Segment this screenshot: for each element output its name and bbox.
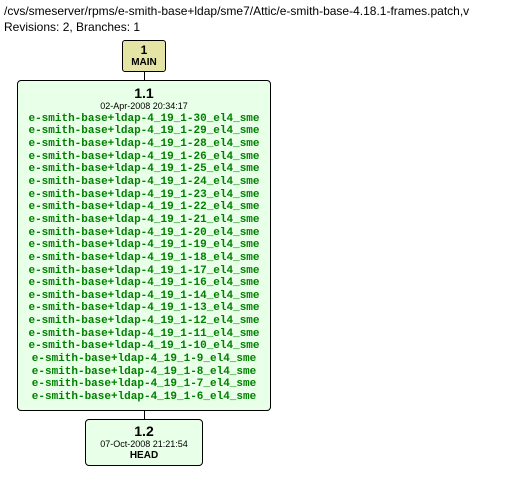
tag-item: e-smith-base+ldap-4_19_1-11_el4_sme [28, 328, 259, 341]
tag-list: e-smith-base+ldap-4_19_1-30_el4_smee-smi… [28, 113, 259, 404]
tag-item: e-smith-base+ldap-4_19_1-26_el4_sme [28, 151, 259, 164]
tag-item: e-smith-base+ldap-4_19_1-23_el4_sme [28, 189, 259, 202]
tag-item: e-smith-base+ldap-4_19_1-16_el4_sme [28, 277, 259, 290]
tag-item: e-smith-base+ldap-4_19_1-6_el4_sme [28, 391, 259, 404]
revision-stats: Revisions: 2, Branches: 1 [4, 20, 514, 34]
tag-item: e-smith-base+ldap-4_19_1-17_el4_sme [28, 265, 259, 278]
revision-node-1[interactable]: 1.1 02-Apr-2008 20:34:17 e-smith-base+ld… [17, 80, 270, 410]
tag-item: e-smith-base+ldap-4_19_1-20_el4_sme [28, 227, 259, 240]
tag-item: e-smith-base+ldap-4_19_1-14_el4_sme [28, 290, 259, 303]
tag-item: e-smith-base+ldap-4_19_1-18_el4_sme [28, 252, 259, 265]
revision-number: 1.1 [28, 85, 259, 101]
connector-line [144, 411, 145, 419]
revision-node-2[interactable]: 1.2 07-Oct-2008 21:21:54 HEAD [85, 419, 203, 466]
branch-node[interactable]: 1 MAIN [122, 40, 166, 72]
tag-item: e-smith-base+ldap-4_19_1-19_el4_sme [28, 239, 259, 252]
tag-item: e-smith-base+ldap-4_19_1-7_el4_sme [28, 378, 259, 391]
revision-number: 1.2 [100, 423, 188, 439]
revision-graph: 1 MAIN 1.1 02-Apr-2008 20:34:17 e-smith-… [4, 40, 284, 466]
head-label: HEAD [100, 450, 188, 462]
tag-item: e-smith-base+ldap-4_19_1-30_el4_sme [28, 113, 259, 126]
connector-line [144, 72, 145, 80]
branch-number: 1 [131, 43, 157, 57]
tag-item: e-smith-base+ldap-4_19_1-10_el4_sme [28, 340, 259, 353]
tag-item: e-smith-base+ldap-4_19_1-28_el4_sme [28, 138, 259, 151]
tag-item: e-smith-base+ldap-4_19_1-13_el4_sme [28, 302, 259, 315]
tag-item: e-smith-base+ldap-4_19_1-12_el4_sme [28, 315, 259, 328]
tag-item: e-smith-base+ldap-4_19_1-9_el4_sme [28, 353, 259, 366]
tag-item: e-smith-base+ldap-4_19_1-21_el4_sme [28, 214, 259, 227]
tag-item: e-smith-base+ldap-4_19_1-24_el4_sme [28, 176, 259, 189]
tag-item: e-smith-base+ldap-4_19_1-22_el4_sme [28, 201, 259, 214]
revision-date: 07-Oct-2008 21:21:54 [100, 439, 188, 449]
tag-item: e-smith-base+ldap-4_19_1-25_el4_sme [28, 163, 259, 176]
file-path: /cvs/smeserver/rpms/e-smith-base+ldap/sm… [4, 4, 514, 18]
revision-date: 02-Apr-2008 20:34:17 [28, 101, 259, 111]
branch-name: MAIN [131, 57, 157, 69]
tag-item: e-smith-base+ldap-4_19_1-29_el4_sme [28, 125, 259, 138]
tag-item: e-smith-base+ldap-4_19_1-8_el4_sme [28, 366, 259, 379]
